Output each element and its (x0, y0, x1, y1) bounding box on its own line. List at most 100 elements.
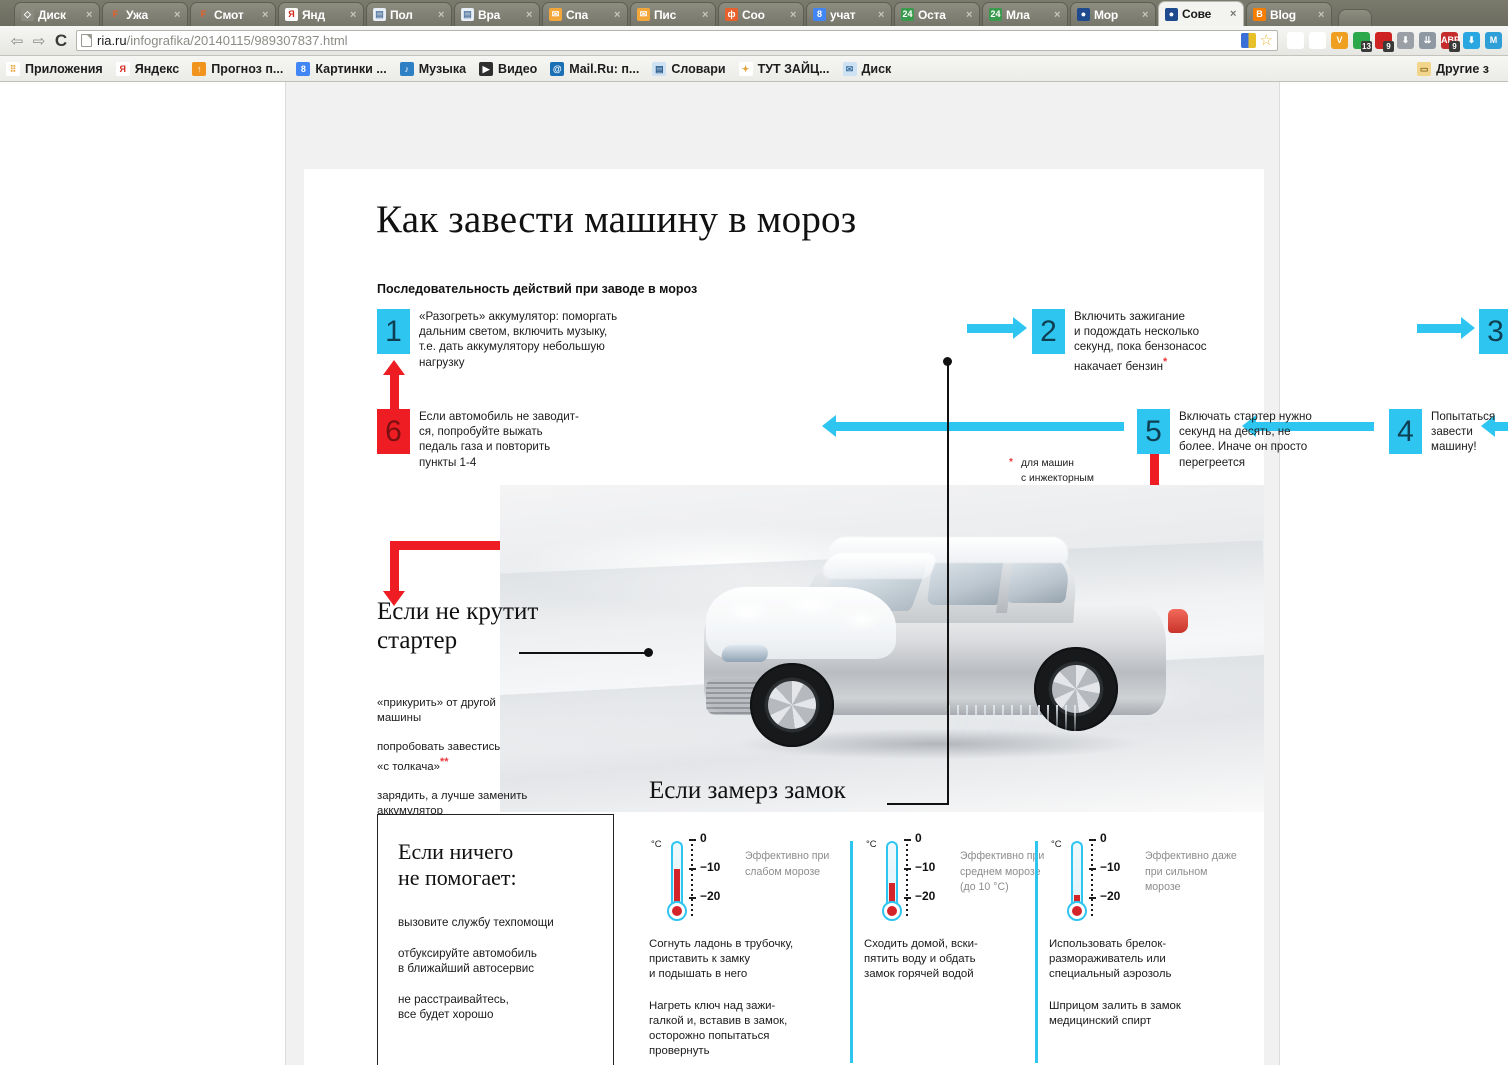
browser-tab-1[interactable]: ◇Диск× (14, 2, 100, 26)
thermometer-1: °C (667, 841, 687, 929)
tab-close-icon[interactable]: × (350, 9, 359, 21)
tab-close-icon[interactable]: × (526, 9, 535, 21)
download-arrows-icon[interactable]: ⇊ (1419, 32, 1436, 49)
browser-tab-3[interactable]: FСмот× (190, 2, 276, 26)
tab-label: Оста (918, 8, 964, 22)
browser-tab-7[interactable]: ✉Спа× (542, 2, 628, 26)
other-bookmarks-folder[interactable]: ▭Другие з (1417, 62, 1489, 76)
download-master-icon[interactable]: ⬇ (1397, 32, 1414, 49)
scale-tick (904, 839, 911, 841)
bookmark-8[interactable]: ▤Словари (652, 62, 725, 76)
browser-tab-8[interactable]: ✉ Пис× (630, 2, 716, 26)
browser-tab-15[interactable]: BBlog× (1246, 2, 1332, 26)
bookmark-9[interactable]: ✦ТУТ ЗАЙЦ... (739, 62, 830, 76)
tab-close-icon[interactable]: × (1142, 9, 1151, 21)
bookmark-star-icon[interactable]: ☆ (1260, 33, 1273, 48)
starter-leader-dot (644, 648, 653, 657)
scale-label: −20 (1100, 889, 1120, 903)
mailru-agent-icon[interactable]: M (1485, 32, 1502, 49)
tab-close-icon[interactable]: × (438, 9, 447, 21)
extension-badge: 13 (1361, 41, 1372, 52)
tip-line: Сходить домой, вски- (864, 937, 1064, 952)
tab-close-icon[interactable]: × (966, 9, 975, 21)
bookmark-6[interactable]: ▶Видео (479, 62, 537, 76)
tab-label: Blog (1270, 8, 1316, 22)
facebook-icon: F (109, 8, 122, 21)
bookmark-7[interactable]: @Mail.Ru: п... (550, 62, 639, 76)
browser-tab-5[interactable]: ▤Пол× (366, 2, 452, 26)
tab-close-icon[interactable]: × (1054, 9, 1063, 21)
tab-close-icon[interactable]: × (1318, 9, 1327, 21)
circle-icon: ● (1077, 8, 1090, 21)
back-button[interactable]: ⇦ (6, 30, 28, 52)
tab-close-icon[interactable]: × (878, 9, 887, 21)
bookmark-label: Словари (671, 62, 725, 76)
bookmark-2[interactable]: ЯЯндекс (116, 62, 179, 76)
tab-label: учат (830, 8, 876, 22)
tip-line: замок горячей водой (864, 967, 1064, 982)
tab-close-icon[interactable]: × (614, 9, 623, 21)
address-bar[interactable]: ria.ru/infografika/20140115/989307837.ht… (76, 30, 1278, 51)
calendar-icon: 24 (989, 8, 1002, 21)
tab-close-icon[interactable]: × (174, 9, 183, 21)
mailru-icon: @ (550, 62, 564, 76)
tab-label: Мла (1006, 8, 1052, 22)
drive-icon: ◇ (21, 8, 34, 21)
tail-light (1168, 609, 1188, 633)
colorzilla-icon[interactable] (1287, 32, 1304, 49)
colorzilla-icon[interactable] (1241, 33, 1256, 48)
browser-tab-12[interactable]: 24 Мла× (982, 2, 1068, 26)
step-line: машину! (1431, 439, 1495, 454)
icicles (948, 705, 1078, 739)
browser-tab-2[interactable]: FУжа× (102, 2, 188, 26)
new-tab-button[interactable] (1338, 9, 1372, 26)
tab-close-icon[interactable]: × (702, 9, 711, 21)
tab-close-icon[interactable]: × (1230, 8, 1239, 20)
document-icon: ▤ (373, 8, 386, 21)
mail-icon: ✉ (549, 8, 562, 21)
vivaldi-icon[interactable]: V (1331, 32, 1348, 49)
hola-vpn-icon[interactable]: 13 (1353, 32, 1370, 49)
google-icon: 8 (296, 62, 310, 76)
adblock-stop-icon[interactable]: 9 (1375, 32, 1392, 49)
tab-label: Пис (654, 8, 700, 22)
bookmark-4[interactable]: 8Картинки ... (296, 62, 386, 76)
downloader-icon[interactable]: ⬇ (1463, 32, 1480, 49)
front-wheel (750, 663, 834, 747)
document-icon: ▤ (461, 8, 474, 21)
bookmark-star-icon[interactable]: ☆ (1309, 32, 1326, 49)
tab-close-icon[interactable]: × (86, 9, 95, 21)
step-number-1: 1 (377, 309, 410, 354)
caption-line: (до 10 °C) (960, 880, 1080, 896)
thermometer-mercury (889, 883, 895, 903)
browser-tab-10[interactable]: 8учат× (806, 2, 892, 26)
tab-label: Вра (478, 8, 524, 22)
reload-button[interactable]: C (50, 30, 72, 52)
front-side-window (927, 557, 1006, 605)
step-5: 5 Включать стартер нужносекунд на десять… (1137, 409, 1312, 470)
step-1: 1 «Разогреть» аккумулятор: поморгатьдаль… (377, 309, 617, 370)
tab-close-icon[interactable]: × (262, 9, 271, 21)
bookmark-5[interactable]: ♪Музыка (400, 62, 466, 76)
browser-tab-9[interactable]: фСоо× (718, 2, 804, 26)
scale-label: −10 (700, 860, 720, 874)
bookmark-1[interactable]: ⠿Приложения (6, 62, 103, 76)
adblock-plus-icon[interactable]: ABP9 (1441, 32, 1458, 49)
help-item-line: все будет хорошо (398, 1007, 593, 1022)
step-text-5: Включать стартер нужносекунд на десять, … (1179, 409, 1312, 470)
celsius-label: °C (651, 839, 662, 850)
browser-tab-4[interactable]: ЯЯнд× (278, 2, 364, 26)
bookmark-3[interactable]: ↑Прогноз п... (192, 62, 283, 76)
lock-callout-title: Если замерз замок (649, 776, 846, 805)
forward-button[interactable]: ⇨ (28, 30, 50, 52)
browser-tab-13[interactable]: ●Мор× (1070, 2, 1156, 26)
bookmark-10[interactable]: ✉Диск (843, 62, 892, 76)
tab-close-icon[interactable]: × (790, 9, 799, 21)
browser-tab-14[interactable]: ●Сове× (1158, 1, 1244, 26)
tab-label: Соо (742, 8, 788, 22)
mail-icon: ✉ (637, 8, 650, 21)
browser-tab-11[interactable]: 24Оста× (894, 2, 980, 26)
caption-line: при сильном (1145, 865, 1265, 881)
browser-tab-6[interactable]: ▤ Вра× (454, 2, 540, 26)
help-item-2: отбуксируйте автомобильв ближайший автос… (398, 946, 593, 976)
